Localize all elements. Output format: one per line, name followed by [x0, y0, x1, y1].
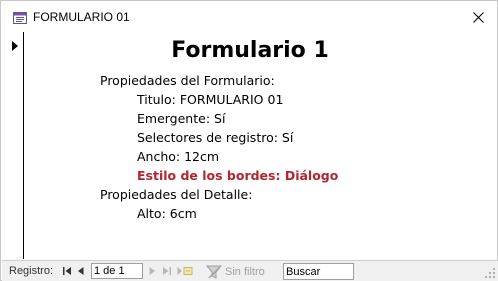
- record-navigation-bar: Registro: 1 de 1 Sin filtro Buscar: [2, 260, 498, 281]
- property-line: Selectores de registro: Sí: [137, 130, 294, 145]
- no-filter-icon: [206, 265, 222, 279]
- property-line: Titulo: FORMULARIO 01: [137, 92, 284, 107]
- search-input[interactable]: [283, 263, 354, 280]
- first-record-icon: [62, 267, 71, 275]
- current-record-arrow-icon: [12, 38, 18, 51]
- record-selector[interactable]: [2, 32, 24, 259]
- last-record-icon: [162, 267, 171, 275]
- current-record-field[interactable]: 1 de 1: [91, 263, 143, 279]
- next-record-button[interactable]: [145, 264, 159, 278]
- window-title: FORMULARIO 01: [33, 10, 130, 24]
- section-heading: Propiedades del Detalle:: [100, 187, 253, 202]
- form-icon: [13, 11, 27, 24]
- record-label: Registro:: [9, 265, 54, 277]
- next-record-icon: [149, 267, 155, 275]
- last-record-button[interactable]: [159, 264, 173, 278]
- section-heading: Propiedades del Formulario:: [100, 73, 275, 88]
- new-record-icon: [177, 267, 193, 275]
- close-button[interactable]: [463, 6, 493, 28]
- property-line: Alto: 6cm: [137, 206, 197, 221]
- title-bar[interactable]: FORMULARIO 01: [1, 1, 497, 31]
- previous-record-button[interactable]: [74, 264, 88, 278]
- property-line: Estilo de los bordes: Diálogo: [137, 168, 339, 183]
- filter-toggle[interactable]: Sin filtro: [206, 263, 265, 280]
- property-line: Emergente: Sí: [137, 111, 226, 126]
- form-window: FORMULARIO 01 Formulario 1 Propiedades d…: [0, 0, 498, 281]
- new-record-button[interactable]: [176, 264, 194, 278]
- form-title: Formulario 1: [171, 38, 329, 63]
- property-line: Ancho: 12cm: [137, 149, 220, 164]
- filter-label: Sin filtro: [225, 265, 265, 278]
- first-record-button[interactable]: [60, 264, 74, 278]
- previous-record-icon: [78, 267, 84, 275]
- form-detail-section: Formulario 1 Propiedades del Formulario:…: [24, 32, 497, 259]
- resize-grip-icon[interactable]: [484, 266, 496, 278]
- close-icon: [472, 11, 484, 23]
